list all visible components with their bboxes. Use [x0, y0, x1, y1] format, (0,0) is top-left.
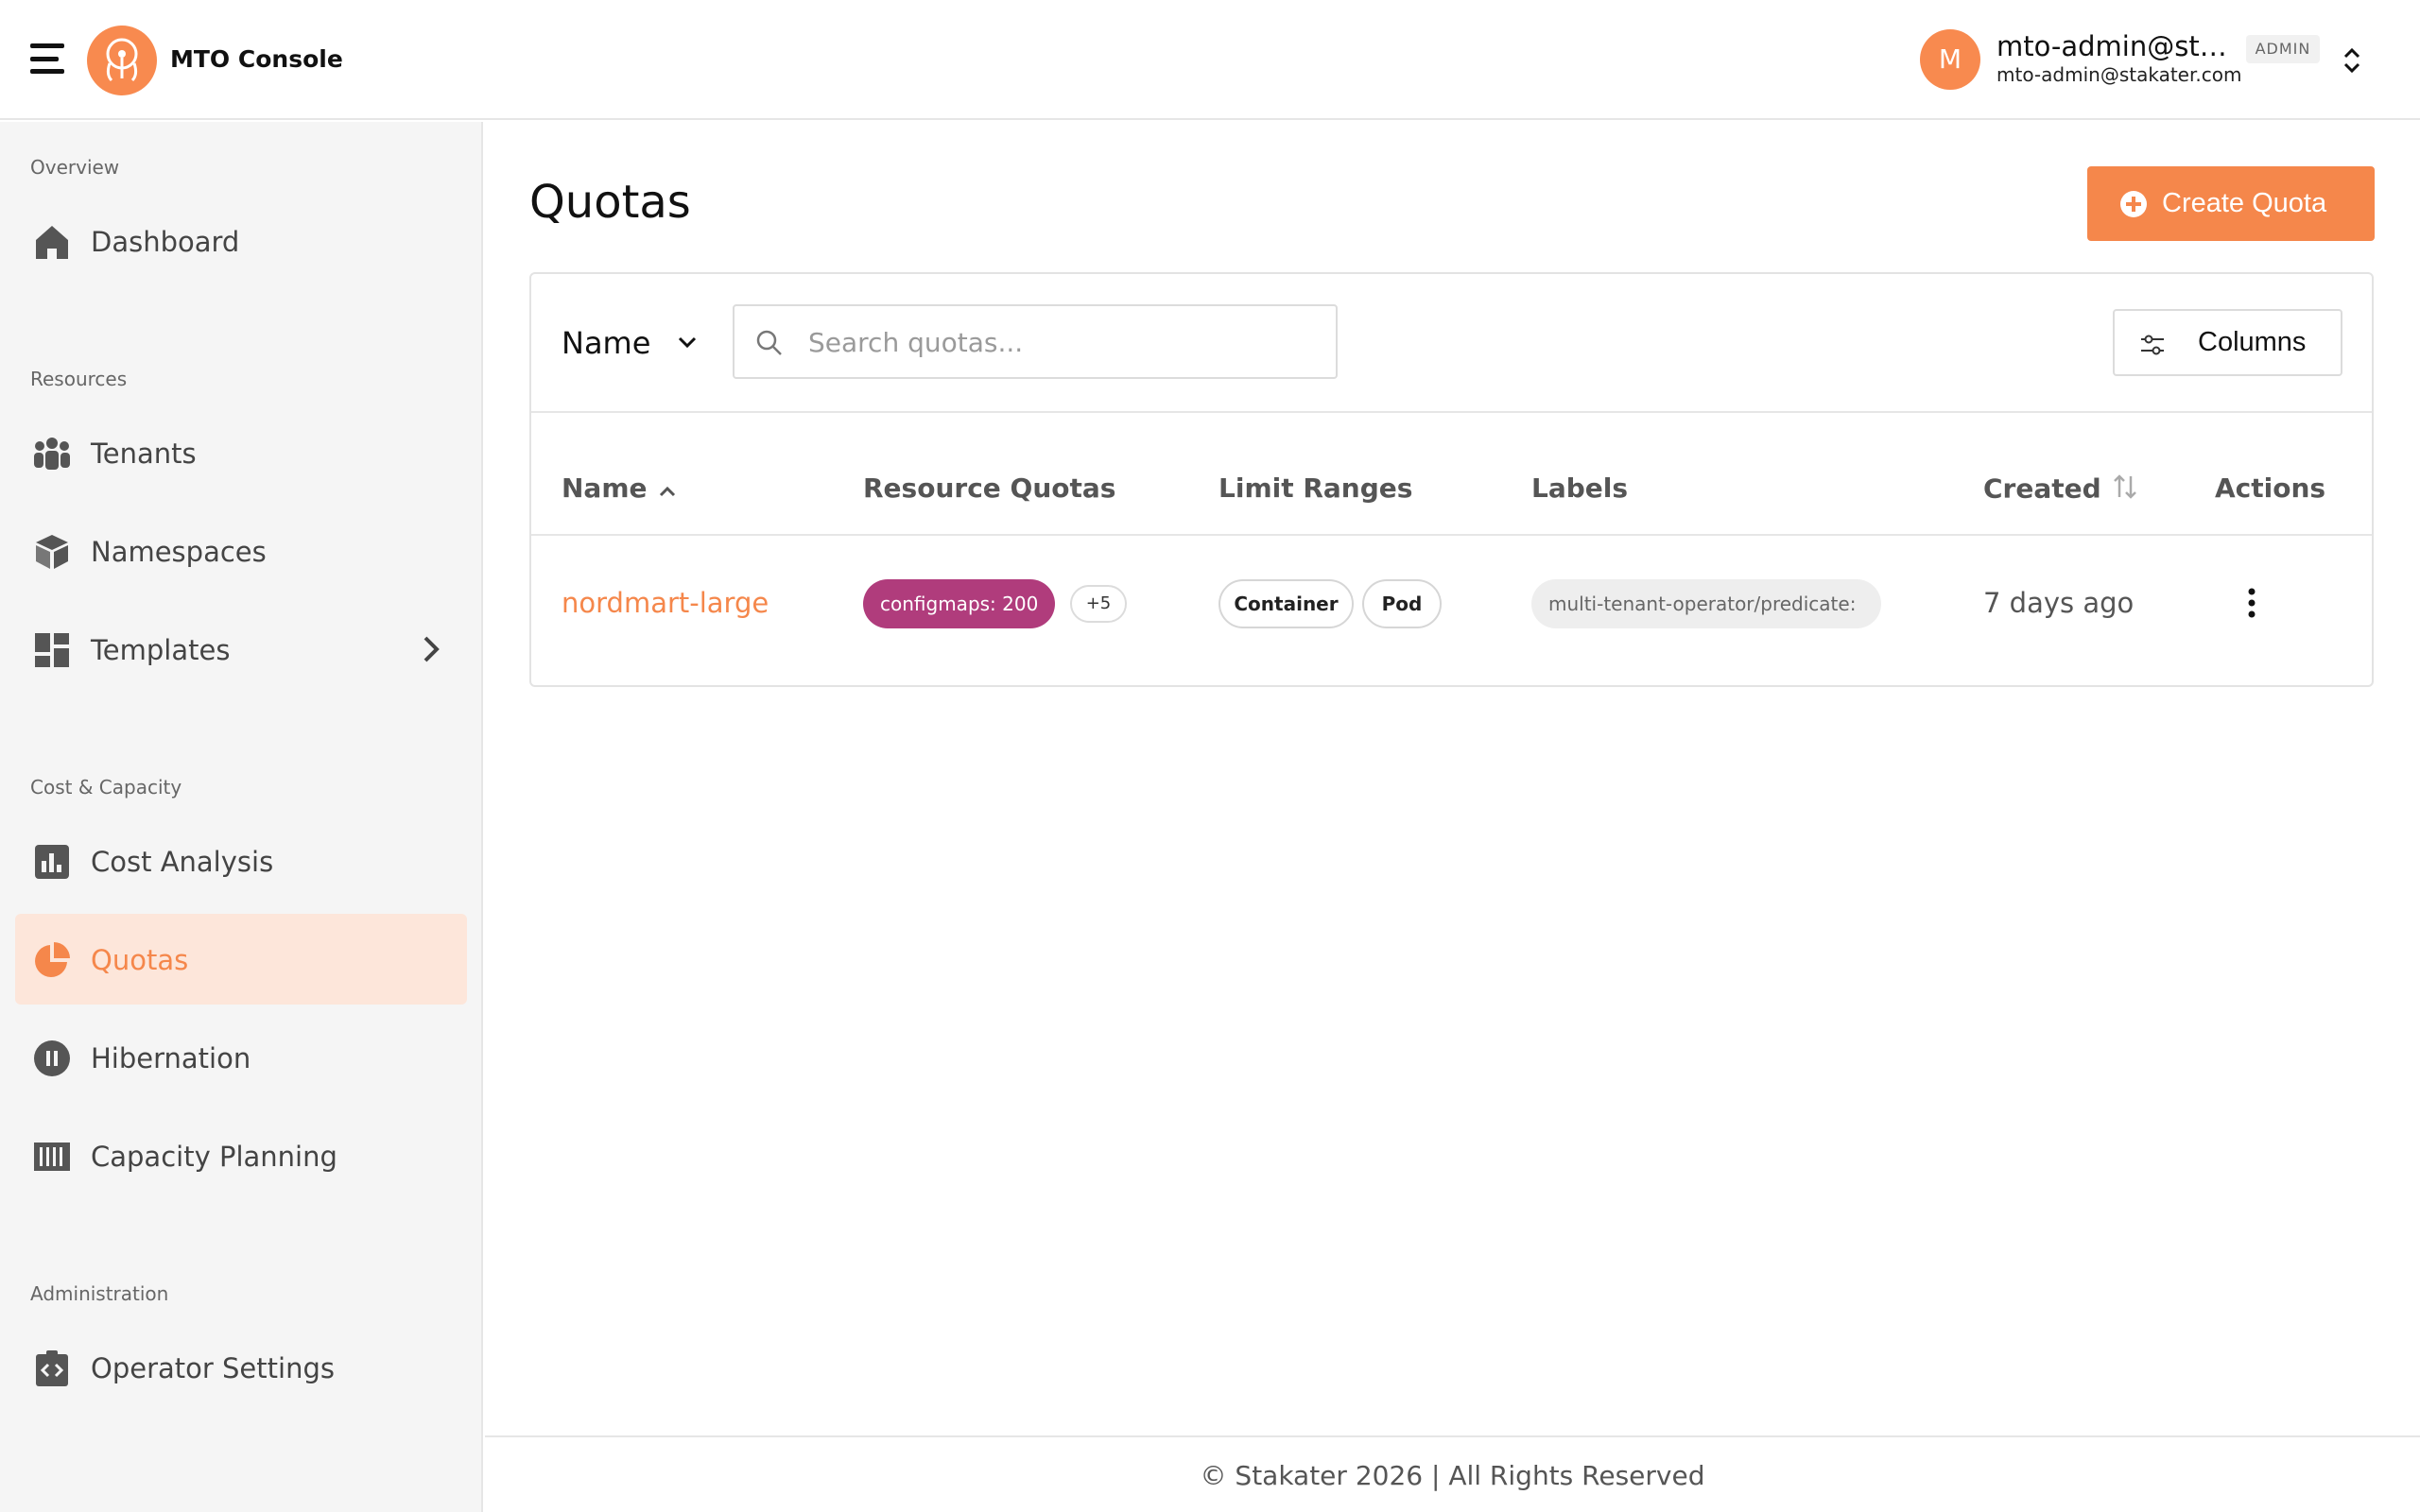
section-label-cost-capacity: Cost & Capacity [30, 776, 182, 799]
column-header-created[interactable]: Created [1983, 472, 2139, 507]
section-label-resources: Resources [30, 368, 128, 390]
sort-ascending-icon [657, 474, 678, 506]
user-menu-toggle-icon[interactable] [2339, 45, 2365, 76]
sort-toggle-icon [2111, 472, 2139, 507]
pie-chart-icon [32, 940, 72, 980]
search-icon [755, 329, 784, 357]
chevron-down-icon [677, 335, 698, 350]
sidebar-item-label: Cost Analysis [91, 846, 274, 878]
plus-circle-icon [2119, 190, 2148, 218]
chevron-right-icon[interactable] [416, 632, 444, 666]
search-input[interactable] [808, 321, 1319, 363]
divider [531, 534, 2372, 536]
sidebar-item-label: Namespaces [91, 536, 267, 568]
sidebar-item-label: Operator Settings [91, 1352, 335, 1384]
sidebar-item-quotas[interactable]: Quotas [15, 914, 467, 1005]
column-header-resource-quotas: Resource Quotas [863, 472, 1116, 504]
columns-button[interactable]: Columns [2113, 309, 2342, 376]
resource-quota-chip: configmaps: 200 [863, 579, 1056, 628]
column-header-name[interactable]: Name [562, 472, 678, 506]
sidebar-item-templates[interactable]: Templates [15, 604, 467, 695]
column-header-label: Created [1983, 472, 2101, 505]
column-header-actions: Actions [2215, 472, 2326, 504]
section-label-overview: Overview [30, 156, 120, 179]
footer: © Stakater 2026 | All Rights Reserved [485, 1435, 2420, 1512]
sidebar-item-cost-analysis[interactable]: Cost Analysis [15, 816, 467, 906]
columns-label: Columns [2198, 327, 2307, 357]
more-actions-icon[interactable] [2233, 578, 2271, 627]
home-icon [32, 222, 72, 262]
limit-range-chip: Container [1219, 579, 1354, 628]
sidebar-item-label: Hibernation [91, 1042, 251, 1074]
sidebar: Overview Dashboard Resources Tenants Nam… [0, 122, 483, 1512]
quota-name-link[interactable]: nordmart-large [562, 587, 769, 619]
create-quota-label: Create Quota [2162, 188, 2327, 218]
hamburger-menu-icon[interactable] [30, 43, 64, 74]
sidebar-item-label: Dashboard [91, 226, 240, 258]
page-title: Quotas [529, 176, 691, 229]
sidebar-item-operator-settings[interactable]: Operator Settings [15, 1322, 467, 1413]
column-header-label: Name [562, 472, 648, 504]
filter-field-label: Name [562, 325, 651, 361]
resource-quota-more-chip[interactable]: +5 [1070, 585, 1127, 623]
user-name: mto-admin@sta... [1996, 30, 2238, 62]
user-email: mto-admin@stakater.com [1996, 63, 2242, 86]
dashboard-grid-icon [32, 630, 72, 670]
people-icon [32, 434, 72, 473]
sliders-icon [2139, 332, 2166, 358]
mto-logo-icon [87, 26, 157, 95]
role-badge: ADMIN [2246, 35, 2320, 63]
search-box[interactable] [733, 304, 1338, 379]
create-quota-button[interactable]: Create Quota [2087, 166, 2375, 241]
bar-chart-icon [32, 842, 72, 882]
divider [531, 411, 2372, 413]
sidebar-item-label: Quotas [91, 944, 189, 976]
sidebar-item-namespaces[interactable]: Namespaces [15, 506, 467, 596]
label-chip: multi-tenant-operator/predicate: [1531, 579, 1881, 628]
user-avatar[interactable]: M [1920, 29, 1980, 90]
column-header-labels: Labels [1531, 472, 1629, 504]
barcode-icon [32, 1137, 72, 1177]
pause-circle-icon [32, 1039, 72, 1078]
box-icon [32, 532, 72, 572]
section-label-administration: Administration [30, 1282, 169, 1305]
sidebar-item-tenants[interactable]: Tenants [15, 407, 467, 498]
code-clipboard-icon [32, 1349, 72, 1388]
sidebar-item-label: Capacity Planning [91, 1141, 337, 1173]
quotas-table-card: Name Columns Name Resource Quotas Limit … [529, 272, 2374, 687]
filter-field-select[interactable]: Name [562, 319, 713, 365]
sidebar-item-hibernation[interactable]: Hibernation [15, 1012, 467, 1103]
sidebar-item-label: Templates [91, 634, 231, 666]
footer-text: © Stakater 2026 | All Rights Reserved [1200, 1460, 1705, 1491]
sidebar-item-label: Tenants [91, 438, 197, 470]
created-time: 7 days ago [1983, 587, 2135, 619]
limit-range-chip: Pod [1362, 579, 1442, 628]
app-title: MTO Console [170, 45, 343, 73]
top-header: MTO Console M mto-admin@sta... ADMIN mto… [0, 0, 2420, 120]
column-header-limit-ranges: Limit Ranges [1219, 472, 1413, 504]
sidebar-item-dashboard[interactable]: Dashboard [15, 196, 467, 286]
sidebar-item-capacity-planning[interactable]: Capacity Planning [15, 1110, 467, 1201]
